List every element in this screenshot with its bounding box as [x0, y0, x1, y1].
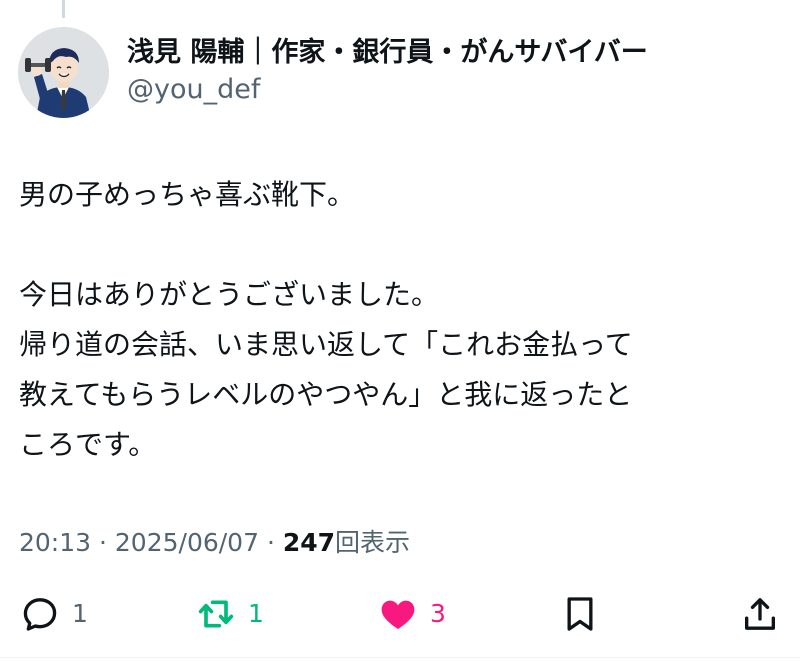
- share-button[interactable]: [740, 592, 780, 636]
- heart-icon: [381, 600, 415, 629]
- share-icon: [745, 598, 775, 630]
- bookmark-icon: [567, 597, 593, 631]
- views-label: 回表示: [335, 528, 411, 557]
- like-button[interactable]: 3: [378, 592, 446, 636]
- views-count: 247: [282, 528, 336, 557]
- tweet-text-line: ころです。: [19, 428, 157, 461]
- tweet-text-line: 男の子めっちゃ喜ぶ靴下。: [19, 178, 356, 211]
- avatar[interactable]: [18, 27, 109, 118]
- retweet-button[interactable]: 1: [196, 592, 264, 636]
- tweet-text-line: 今日はありがとうございました。: [19, 278, 440, 311]
- tweet-date[interactable]: 2025/06/07: [115, 528, 259, 557]
- author-handle[interactable]: @you_def: [127, 72, 260, 108]
- meta-separator: ·: [266, 528, 275, 557]
- meta-separator: ·: [99, 528, 107, 557]
- tweet-text-line: 教えてもらうレベルのやつやん」と我に返ったと: [19, 378, 633, 411]
- tweet-text: 男の子めっちゃ喜ぶ靴下。 今日はありがとうございました。 帰り道の会話、いま思い…: [19, 170, 789, 470]
- reply-count: 1: [72, 599, 88, 628]
- reply-icon: [23, 598, 57, 631]
- tweet-paragraph-gap: [19, 220, 789, 270]
- thread-connector-line: [62, 0, 65, 18]
- retweet-icon: [198, 600, 234, 628]
- tweet-text-line: 帰り道の会話、いま思い返して「これお金払って: [19, 328, 633, 361]
- tweet-meta: 20:13 · 2025/06/07 · 247回表示: [19, 525, 410, 561]
- tweet-time[interactable]: 20:13: [19, 528, 91, 557]
- bottom-divider: [0, 657, 800, 658]
- like-count: 3: [430, 599, 446, 628]
- author-display-name[interactable]: 浅見 陽輔｜作家・銀行員・がんサバイバー: [127, 34, 648, 72]
- bookmark-button[interactable]: [560, 592, 600, 636]
- retweet-count: 1: [248, 599, 264, 628]
- reply-button[interactable]: 1: [20, 592, 88, 636]
- avatar-illustration: [18, 27, 109, 118]
